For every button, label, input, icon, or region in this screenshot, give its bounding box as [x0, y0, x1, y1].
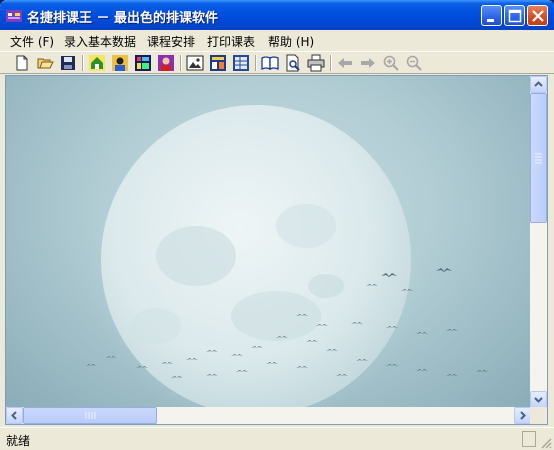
close-button[interactable] — [527, 5, 548, 26]
zoom-in-icon[interactable] — [382, 54, 400, 72]
schedule-icon[interactable] — [209, 54, 227, 72]
chevron-up-icon — [534, 81, 543, 87]
moon-icon — [101, 105, 411, 415]
student-icon[interactable] — [157, 54, 175, 72]
menu-help[interactable]: 帮助 (H) — [268, 33, 314, 50]
scroll-up-button[interactable] — [530, 76, 547, 93]
minimize-icon — [487, 19, 494, 22]
book-icon[interactable] — [261, 54, 279, 72]
moon-birds-illustration — [86, 90, 488, 424]
forward-arrow-icon[interactable] — [359, 54, 377, 72]
resize-grip-icon[interactable] — [540, 437, 552, 449]
status-panel — [522, 431, 536, 447]
close-icon — [532, 10, 544, 22]
toolbar — [0, 51, 554, 74]
chevron-left-icon — [11, 411, 17, 420]
menu-print-schedule[interactable]: 打印课表 — [207, 33, 255, 50]
scrollbar-corner — [530, 407, 547, 424]
maximize-button[interactable] — [504, 5, 525, 26]
zoom-out-icon[interactable] — [405, 54, 423, 72]
app-window: 名捷排课王 － 最出色的排课软件 文件 (F) 录入基本数据 课程安排 打印课表… — [0, 0, 554, 450]
printer-icon[interactable] — [307, 54, 325, 72]
status-text: 就绪 — [6, 434, 31, 448]
scroll-left-button[interactable] — [6, 407, 23, 424]
horizontal-scrollbar[interactable] — [6, 407, 531, 424]
grip-icon — [535, 153, 542, 164]
open-folder-icon[interactable] — [36, 54, 54, 72]
toolbar-separator — [330, 55, 332, 71]
chevron-down-icon — [534, 397, 543, 403]
window-title: 名捷排课王 － 最出色的排课软件 — [27, 11, 219, 26]
preview-table-icon[interactable] — [232, 54, 250, 72]
print-preview-icon[interactable] — [284, 54, 302, 72]
class-table-icon[interactable] — [134, 54, 152, 72]
status-bar: 就绪 — [0, 427, 554, 450]
vertical-scrollbar[interactable] — [530, 76, 547, 408]
new-document-icon[interactable] — [13, 54, 31, 72]
menu-input-data[interactable]: 录入基本数据 — [64, 33, 136, 50]
minimize-button[interactable] — [481, 5, 502, 26]
main-content-area — [5, 75, 548, 425]
grip-icon — [85, 412, 96, 419]
teacher-icon[interactable] — [111, 54, 129, 72]
scroll-down-button[interactable] — [530, 391, 547, 408]
toolbar-separator — [180, 55, 182, 71]
back-arrow-icon[interactable] — [336, 54, 354, 72]
maximize-icon — [508, 9, 522, 23]
save-icon[interactable] — [59, 54, 77, 72]
scroll-right-button[interactable] — [514, 407, 531, 424]
title-bar[interactable]: 名捷排课王 － 最出色的排课软件 — [0, 0, 554, 30]
app-icon — [6, 10, 22, 22]
image-icon[interactable] — [186, 54, 204, 72]
toolbar-separator — [255, 55, 257, 71]
vertical-scroll-thumb[interactable] — [530, 93, 547, 223]
toolbar-separator — [82, 55, 84, 71]
home-icon[interactable] — [88, 54, 106, 72]
chevron-right-icon — [520, 411, 526, 420]
menu-bar: 文件 (F) 录入基本数据 课程安排 打印课表 帮助 (H) — [0, 30, 554, 50]
background-image — [6, 76, 531, 424]
horizontal-scroll-thumb[interactable] — [23, 407, 157, 424]
menu-file[interactable]: 文件 (F) — [10, 33, 54, 50]
menu-course-schedule[interactable]: 课程安排 — [147, 33, 195, 50]
